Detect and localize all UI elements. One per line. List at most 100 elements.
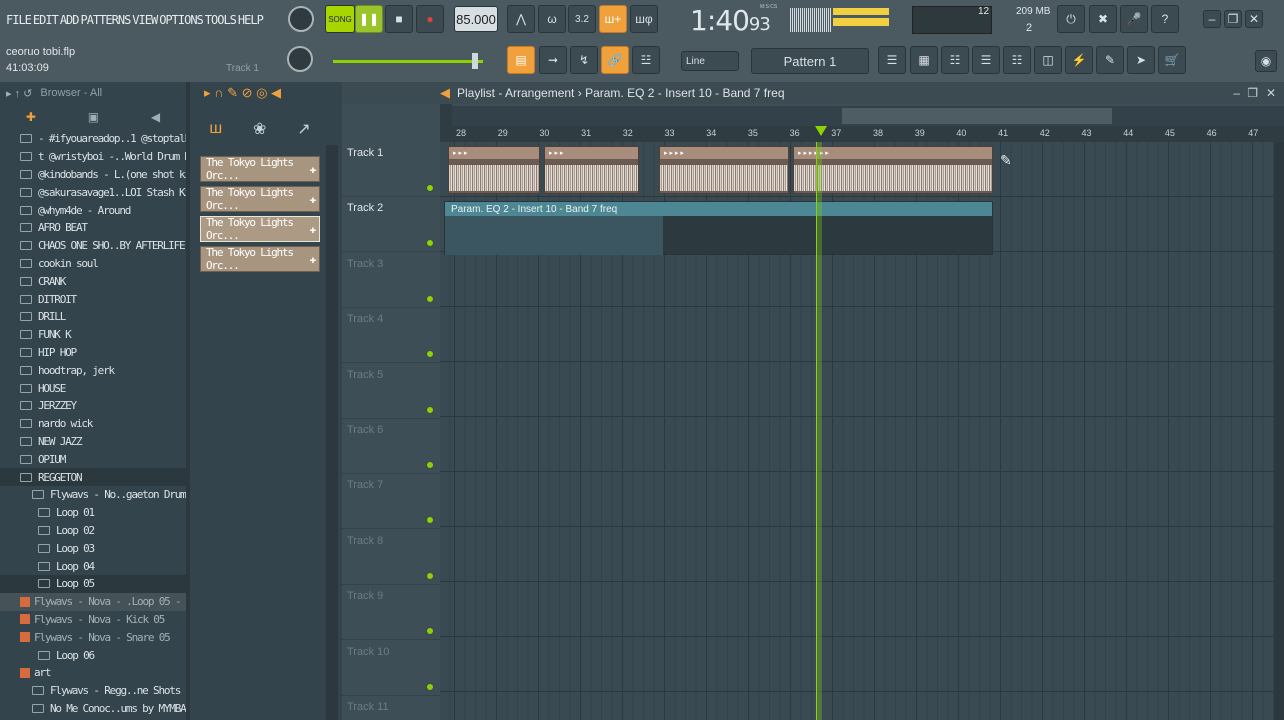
stamp-tool-button[interactable]: ☳ — [632, 46, 660, 74]
mixer-icon[interactable]: ☰ — [972, 46, 1000, 74]
master-volume-knob[interactable] — [288, 6, 314, 32]
browser-item[interactable]: DRILL — [0, 308, 186, 326]
stop-button[interactable]: ■ — [385, 5, 413, 33]
playlist-minimize-icon[interactable]: – — [1233, 86, 1240, 100]
browser-item[interactable]: cookin soul — [0, 255, 186, 273]
browser-item[interactable]: nardo wick — [0, 415, 186, 433]
cart-icon[interactable]: 🛒 — [1158, 46, 1186, 74]
browser-item[interactable]: Flywavs - Regg..ne Shots FREE — [0, 682, 186, 700]
menu-tools[interactable]: TOOLS — [205, 13, 237, 27]
pattern-clip[interactable]: The Tokyo Lights Orc... ✚ — [200, 246, 320, 272]
browser-item[interactable]: Loop 06 — [0, 646, 186, 664]
tempo-tap-icon[interactable]: ✎ — [1096, 46, 1124, 74]
snap-select[interactable]: Line — [681, 51, 739, 71]
audio-tab-icon[interactable]: ❀ — [253, 119, 266, 139]
power-icon[interactable]: ⏻ — [1057, 5, 1085, 33]
browser-item[interactable]: @sakurasavage1..LOI Stash Kit — [0, 183, 186, 201]
track-mute-led[interactable] — [426, 461, 434, 469]
menu-add[interactable]: ADD — [60, 13, 80, 27]
loop-record-button[interactable]: ш+ — [599, 5, 627, 33]
track-mute-led[interactable] — [426, 571, 434, 580]
pattern-add-icon[interactable]: ✚ — [310, 163, 317, 176]
track-header[interactable]: Track 11 — [342, 696, 440, 720]
track-header[interactable]: Track 10 — [342, 641, 440, 696]
track-header[interactable]: Track 2 — [342, 197, 440, 253]
pattern-add-icon[interactable]: ✚ — [310, 193, 317, 206]
browser-item[interactable]: JERZZEY — [0, 397, 186, 415]
track-mute-led[interactable] — [426, 184, 434, 192]
playhead-marker[interactable] — [815, 126, 827, 136]
track-mute-led[interactable] — [426, 350, 434, 359]
browser-file-icon[interactable]: ▣ — [88, 110, 99, 124]
playlist-scrollbar[interactable] — [1274, 142, 1284, 720]
pitch-knob[interactable] — [287, 46, 313, 72]
plugin-icon[interactable]: ◫ — [1034, 46, 1062, 74]
browser-item[interactable]: CRANK — [0, 272, 186, 290]
track-header[interactable]: Track 1 — [342, 142, 440, 197]
browser-item[interactable]: Flywavs - Nova - Kick 05 — [0, 611, 186, 629]
automation-tab-icon[interactable]: ↗ — [297, 119, 310, 139]
browser-item[interactable]: hoodtrap, jerk — [0, 361, 186, 379]
track-header[interactable]: Track 5 — [342, 364, 440, 419]
minimize-button[interactable]: – — [1203, 10, 1221, 28]
track-header[interactable]: Track 9 — [342, 585, 440, 641]
browser-item[interactable]: NEW JAZZ — [0, 433, 186, 451]
browser-item[interactable]: @kindobands - L.(one shot kit) — [0, 166, 186, 184]
browser-item[interactable]: Flywavs - Nova - Snare 05 — [0, 628, 186, 646]
browser-item[interactable]: AFRO BEAT — [0, 219, 186, 237]
browser-add-icon[interactable]: ✚ — [26, 110, 36, 124]
arrow-tool-button[interactable]: ➞ — [539, 46, 567, 74]
track-mute-led[interactable] — [426, 239, 434, 248]
browser-item[interactable]: @whym4de - Around — [0, 201, 186, 219]
track-header[interactable]: Track 6 — [342, 419, 440, 474]
picker-scrollbar[interactable] — [326, 145, 338, 720]
plug-icon[interactable]: ⚡ — [1065, 46, 1093, 74]
menu-view[interactable]: VIEW — [132, 13, 158, 27]
pattern-select[interactable]: Pattern 1 — [751, 48, 869, 74]
blend-notes-button[interactable]: шφ — [630, 5, 658, 33]
menu-file[interactable]: FILE — [6, 13, 32, 27]
countdown-button[interactable]: 3.2 — [568, 5, 596, 33]
menu-options[interactable]: OPTIONS — [159, 13, 204, 27]
audio-clip[interactable]: ▸ ▸ ▸ ▸ ▸ ▸ — [793, 146, 993, 194]
playlist-close-icon[interactable]: ✕ — [1266, 86, 1276, 100]
wait-input-button[interactable]: ω — [538, 5, 566, 33]
browser-item[interactable]: FUNK K — [0, 326, 186, 344]
link-tool-button[interactable]: 🔗 — [601, 46, 629, 74]
menu-edit[interactable]: EDIT — [33, 13, 59, 27]
metronome-button[interactable]: ⋀ — [507, 5, 535, 33]
browser-item[interactable]: Loop 04 — [0, 557, 186, 575]
browser-title[interactable]: Browser - All — [40, 87, 102, 99]
audio-clip[interactable]: ▸ ▸ ▸ — [544, 146, 639, 194]
pattern-clip[interactable]: The Tokyo Lights Orc... ✚ — [200, 186, 320, 212]
track-mute-led[interactable] — [426, 294, 434, 303]
help-icon[interactable]: ? — [1151, 5, 1179, 33]
playlist-maximize-icon[interactable]: ❐ — [1247, 86, 1258, 100]
browser-item[interactable]: Loop 05 — [0, 574, 186, 593]
pattern-clip[interactable]: The Tokyo Lights Orc... ✚ — [200, 156, 320, 182]
song-mode-button[interactable]: SONG — [325, 5, 355, 33]
browser-item[interactable]: Flywavs - No..gaeton Drums — [0, 486, 186, 504]
track-mute-led[interactable] — [426, 405, 434, 414]
cloud-icon[interactable]: ➤ — [1127, 46, 1155, 74]
draw-tool-button[interactable]: ↯ — [570, 46, 598, 74]
playlist-arrow-icon[interactable]: ◀ — [440, 85, 450, 101]
browser-item[interactable]: t @wristyboi -..World Drum Kit — [0, 148, 186, 166]
slider-handle[interactable] — [472, 53, 478, 69]
restore-button[interactable]: ❐ — [1224, 10, 1242, 28]
track-header[interactable]: Track 7 — [342, 474, 440, 530]
browser-item[interactable]: DITROIT — [0, 290, 186, 308]
arrangement-grid[interactable]: ▸ ▸ ▸ ▸ ▸ ▸ ▸ ▸ ▸ ▸ ▸ ▸ ▸ ▸ ▸ ▸ Param. E… — [440, 142, 1274, 720]
piano-roll-icon[interactable]: ▦ — [910, 46, 938, 74]
channel-rack-icon[interactable]: ☷ — [941, 46, 969, 74]
overview-window[interactable] — [842, 108, 1112, 124]
pattern-clip-selected[interactable]: The Tokyo Lights Orc... ✚ — [200, 216, 320, 242]
browser-item[interactable]: OPIUM — [0, 450, 186, 468]
menu-patterns[interactable]: PATTERNS — [81, 13, 132, 27]
pattern-add-icon[interactable]: ✚ — [310, 253, 317, 266]
playlist-view-button[interactable]: ▤ — [507, 46, 535, 74]
news-icon[interactable]: ◉ — [1255, 50, 1277, 72]
audio-clip[interactable]: ▸ ▸ ▸ — [448, 146, 540, 194]
track-header[interactable]: Track 4 — [342, 308, 440, 364]
browser-item[interactable]: HOUSE — [0, 379, 186, 397]
